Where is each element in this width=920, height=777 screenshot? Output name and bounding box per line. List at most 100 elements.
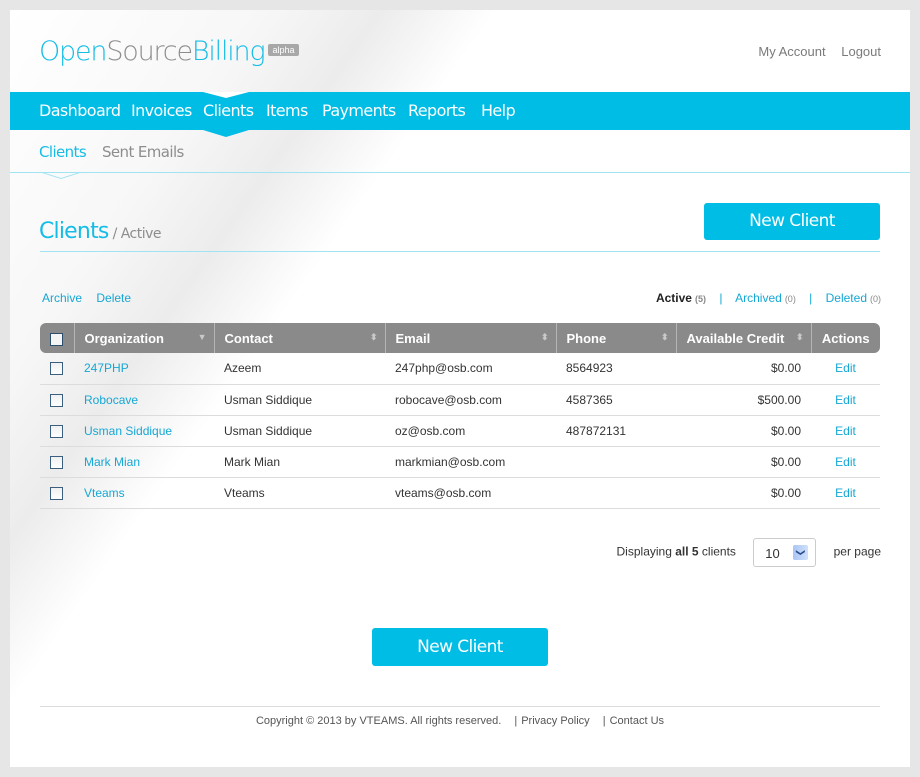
logo-text-source: Source: [106, 36, 193, 67]
column-label: Email: [395, 330, 431, 346]
filter-deleted[interactable]: Deleted (0): [826, 291, 881, 305]
contact-cell: Usman Siddique: [224, 392, 313, 407]
column-label: Contact: [224, 330, 273, 346]
edit-link[interactable]: Edit: [811, 477, 880, 508]
phone-cell: [556, 477, 676, 508]
filter-separator: |: [719, 291, 723, 305]
credit-cell: $0.00: [770, 361, 801, 376]
table-row: 247PHP Azeem 247php@osb.com 8564923 $0.0…: [40, 353, 880, 384]
edit-link[interactable]: Edit: [811, 446, 880, 477]
column-label: Organization: [84, 330, 164, 346]
edit-link[interactable]: Edit: [811, 353, 880, 384]
table-row: Vteams Vteams vteams@osb.com $0.00 Edit: [40, 477, 880, 508]
nav-invoices[interactable]: Invoices: [131, 101, 192, 120]
account-links: My Account Logout: [746, 44, 881, 59]
credit-cell: $500.00: [757, 392, 801, 407]
pager-count: all 5: [675, 544, 699, 559]
row-checkbox[interactable]: [50, 455, 63, 469]
phone-cell: 8564923: [566, 361, 613, 376]
contact-cell: Usman Siddique: [224, 423, 313, 438]
row-select-cell: [40, 415, 74, 446]
column-available-credit[interactable]: Available Credit ⬍: [675, 323, 811, 353]
pager-suffix: clients: [698, 544, 736, 559]
row-checkbox[interactable]: [50, 362, 63, 376]
alpha-badge: alpha: [268, 43, 299, 56]
pagination-info: Displaying all 5 clients 10 ❯ per page: [617, 538, 881, 567]
filter-separator: |: [809, 291, 813, 305]
contact-cell: Azeem: [224, 361, 262, 376]
per-page-value: 10: [765, 546, 780, 561]
logo-text-billing: Billing: [191, 36, 266, 67]
filter-active-label: Active: [655, 291, 692, 305]
sort-desc-icon: ▼: [197, 332, 207, 342]
delete-link[interactable]: Delete: [96, 291, 131, 305]
footer: Copyright © 2013 by VTEAMS. All rights r…: [10, 715, 910, 727]
row-select-cell: [40, 384, 74, 415]
archive-link[interactable]: Archive: [42, 291, 82, 305]
email-cell: markmian@osb.com: [395, 454, 506, 469]
sub-nav: Clients Sent Emails: [10, 130, 910, 173]
phone-cell: 487872131: [566, 423, 627, 438]
row-checkbox[interactable]: [50, 393, 63, 407]
column-contact[interactable]: Contact ⬍: [213, 323, 385, 353]
footer-separator: |: [514, 715, 518, 727]
select-all-header: [40, 323, 74, 353]
privacy-policy-link[interactable]: Privacy Policy: [521, 715, 589, 727]
new-client-button-bottom[interactable]: New Client: [372, 628, 548, 666]
status-filters: Active (5) | Archived (0) | Deleted (0): [656, 291, 881, 305]
contact-us-link[interactable]: Contact Us: [610, 715, 664, 727]
credit-cell: $0.00: [770, 485, 801, 500]
my-account-link[interactable]: My Account: [758, 44, 825, 59]
row-select-cell: [40, 446, 74, 477]
nav-payments[interactable]: Payments: [322, 101, 396, 120]
nav-help[interactable]: Help: [481, 101, 516, 120]
organization-link[interactable]: 247PHP: [74, 353, 214, 384]
filter-active-count: (5): [694, 294, 706, 304]
organization-link[interactable]: Usman Siddique: [74, 415, 214, 446]
filter-deleted-label: Deleted: [825, 291, 867, 305]
copyright-text: Copyright © 2013 by VTEAMS. All rights r…: [255, 715, 502, 727]
per-page-select[interactable]: 10 ❯: [753, 538, 817, 567]
column-phone[interactable]: Phone ⬍: [555, 323, 676, 353]
subnav-notch-border: [39, 172, 83, 179]
sort-icon: ⬍: [540, 332, 549, 342]
filter-active[interactable]: Active (5): [656, 291, 706, 305]
nav-items[interactable]: Items: [266, 101, 308, 120]
row-checkbox[interactable]: [50, 486, 63, 500]
per-page-label: per page: [833, 544, 881, 559]
column-organization[interactable]: Organization ▼: [73, 323, 214, 353]
subnav-sent-emails[interactable]: Sent Emails: [102, 143, 184, 161]
edit-link[interactable]: Edit: [811, 415, 880, 446]
edit-link[interactable]: Edit: [811, 384, 880, 415]
filter-archived-count: (0): [784, 294, 796, 304]
select-all-checkbox[interactable]: [50, 332, 63, 346]
table-row: Robocave Usman Siddique robocave@osb.com…: [40, 384, 880, 415]
organization-link[interactable]: Mark Mian: [74, 446, 214, 477]
new-client-button-top[interactable]: New Client: [704, 203, 880, 240]
email-cell: oz@osb.com: [395, 423, 466, 438]
row-select-cell: [40, 477, 74, 508]
footer-divider: [40, 706, 880, 707]
footer-separator: |: [602, 715, 606, 727]
column-label: Phone: [566, 330, 607, 346]
phone-cell: [556, 446, 676, 477]
sort-icon: ⬍: [369, 332, 378, 342]
nav-dashboard[interactable]: Dashboard: [39, 101, 121, 120]
logout-link[interactable]: Logout: [841, 44, 881, 59]
chevron-down-icon: ❯: [793, 545, 809, 560]
organization-link[interactable]: Robocave: [74, 384, 214, 415]
column-email[interactable]: Email ⬍: [384, 323, 556, 353]
nav-clients[interactable]: Clients: [203, 101, 254, 120]
app-logo[interactable]: OpenSourceBilling alpha: [39, 36, 299, 67]
subnav-clients[interactable]: Clients: [39, 143, 87, 161]
table-header-row: Organization ▼ Contact ⬍ Email ⬍ Phone ⬍ Ava…: [40, 323, 880, 353]
page-frame: OpenSourceBilling alpha My Account Logout…: [10, 10, 910, 767]
row-checkbox[interactable]: [50, 424, 63, 438]
organization-link[interactable]: Vteams: [74, 477, 214, 508]
nav-reports[interactable]: Reports: [408, 101, 466, 120]
logo-text-open: Open: [39, 36, 108, 67]
email-cell: robocave@osb.com: [395, 392, 502, 407]
row-select-cell: [40, 353, 74, 384]
page-subtitle: / Active: [112, 226, 162, 242]
filter-archived[interactable]: Archived (0): [735, 291, 796, 305]
